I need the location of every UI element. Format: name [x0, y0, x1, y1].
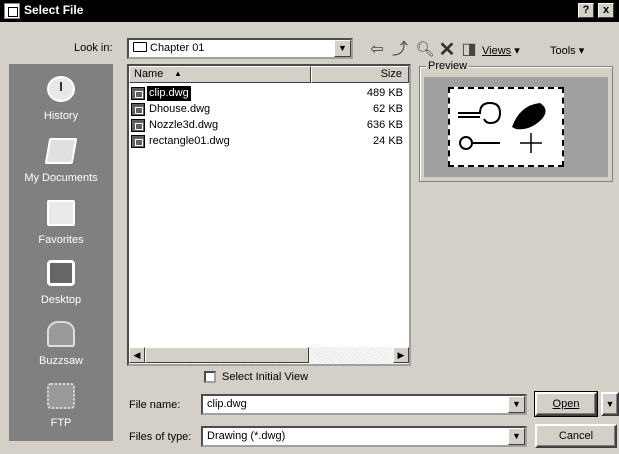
horizontal-scrollbar[interactable]: ◀ ▶ — [129, 347, 409, 364]
scroll-right-icon[interactable]: ▶ — [393, 347, 409, 363]
look-in-dropdown[interactable]: Chapter 01 ▼ — [127, 38, 353, 59]
title-bar: Select File ? x — [0, 0, 619, 22]
tools-menu[interactable]: Tools ▾ — [550, 44, 584, 57]
select-initial-view-checkbox[interactable] — [204, 371, 216, 383]
preview-label: Preview — [426, 60, 470, 72]
file-name: rectangle01.dwg — [149, 135, 230, 147]
file-size: 24 KB — [373, 135, 403, 147]
tools-label: Tools — [550, 45, 576, 57]
file-size: 62 KB — [373, 103, 403, 115]
ftp-icon — [47, 383, 75, 409]
place-label: History — [43, 110, 79, 122]
file-list[interactable]: Name ▲ Size clip.dwg 489 KB Dhouse.dwg 6… — [127, 64, 411, 366]
place-desktop[interactable]: Desktop — [9, 254, 113, 316]
chevron-down-icon[interactable]: ▼ — [334, 40, 351, 57]
chevron-down-icon[interactable]: ▼ — [508, 428, 525, 445]
look-in-label: Look in: — [74, 42, 113, 54]
help-button[interactable]: ? — [578, 3, 594, 18]
open-button[interactable]: Open — [534, 391, 598, 417]
select-initial-view-label: Select Initial View — [222, 371, 309, 383]
places-sidebar: History My Documents Favorites Desktop B… — [9, 64, 113, 441]
create-folder-icon[interactable]: ◨ — [458, 40, 480, 60]
place-favorites[interactable]: Favorites — [9, 194, 113, 256]
file-row[interactable]: rectangle01.dwg 24 KB — [129, 134, 409, 149]
preview-group: Preview — [419, 60, 613, 182]
delete-icon[interactable]: ✕ — [436, 40, 458, 60]
search-web-icon[interactable]: 🔍︎ — [414, 40, 436, 60]
history-icon — [47, 76, 75, 102]
place-label: Buzzsaw — [38, 355, 84, 367]
open-button-label: Open — [552, 398, 580, 410]
views-label: Views — [482, 45, 512, 57]
place-my-documents[interactable]: My Documents — [9, 132, 113, 194]
place-label: Desktop — [40, 294, 82, 306]
place-buzzsaw[interactable]: Buzzsaw — [9, 315, 113, 377]
file-name-label: File name: — [129, 399, 181, 411]
place-label: Favorites — [38, 234, 84, 246]
dwg-file-icon — [131, 103, 145, 116]
column-header-size[interactable]: Size — [311, 66, 409, 83]
dwg-file-icon — [131, 119, 145, 132]
file-row[interactable]: Dhouse.dwg 62 KB — [129, 102, 409, 117]
files-of-type-value: Drawing (*.dwg) — [207, 430, 286, 442]
file-name-value: clip.dwg — [207, 398, 247, 410]
open-options-dropdown[interactable]: ▼ — [601, 392, 619, 416]
drawing-preview-thumbnail — [448, 87, 564, 167]
file-size: 636 KB — [366, 119, 403, 131]
file-name: Nozzle3d.dwg — [149, 119, 219, 131]
scroll-left-icon[interactable]: ◀ — [129, 347, 145, 363]
column-header-name[interactable]: Name ▲ — [129, 66, 311, 83]
scrollbar-thumb[interactable] — [145, 347, 309, 363]
file-size: 489 KB — [366, 87, 403, 99]
file-name: Dhouse.dwg — [149, 103, 211, 115]
column-name-label: Name — [134, 68, 164, 80]
dwg-file-icon — [131, 87, 145, 100]
close-button[interactable]: x — [598, 3, 614, 18]
place-label: My Documents — [24, 172, 98, 184]
column-size-label: Size — [380, 68, 402, 80]
place-ftp[interactable]: FTP — [9, 377, 113, 439]
cancel-button[interactable]: Cancel — [535, 424, 617, 448]
files-of-type-label: Files of type: — [129, 431, 192, 443]
clip-drawing-preview-icon — [458, 101, 546, 153]
desktop-icon — [47, 260, 75, 286]
back-icon[interactable]: ⇦ — [366, 40, 388, 60]
look-in-value: Chapter 01 — [150, 42, 205, 54]
my-documents-icon — [44, 138, 78, 164]
views-menu[interactable]: Views ▾ — [482, 44, 520, 57]
dialog-app-icon — [4, 3, 20, 19]
place-label: FTP — [50, 417, 72, 429]
preview-area — [424, 77, 608, 177]
file-name-input[interactable]: clip.dwg ▼ — [201, 394, 527, 415]
place-history[interactable]: History — [9, 70, 113, 132]
files-of-type-dropdown[interactable]: Drawing (*.dwg) ▼ — [201, 426, 527, 447]
dwg-file-icon — [131, 135, 145, 148]
cancel-button-label: Cancel — [558, 430, 594, 442]
sort-ascending-icon: ▲ — [174, 69, 182, 78]
chevron-down-icon: ▼ — [605, 399, 615, 409]
dialog-title: Select File — [24, 3, 84, 17]
chevron-down-icon[interactable]: ▼ — [508, 396, 525, 413]
file-row[interactable]: Nozzle3d.dwg 636 KB — [129, 118, 409, 133]
buzzsaw-icon — [47, 321, 75, 347]
file-row[interactable]: clip.dwg 489 KB — [129, 86, 409, 101]
file-name: clip.dwg — [147, 86, 191, 101]
up-folder-icon[interactable]: ⤴ — [389, 40, 411, 60]
folder-icon — [133, 42, 147, 52]
favorites-icon — [47, 200, 75, 226]
